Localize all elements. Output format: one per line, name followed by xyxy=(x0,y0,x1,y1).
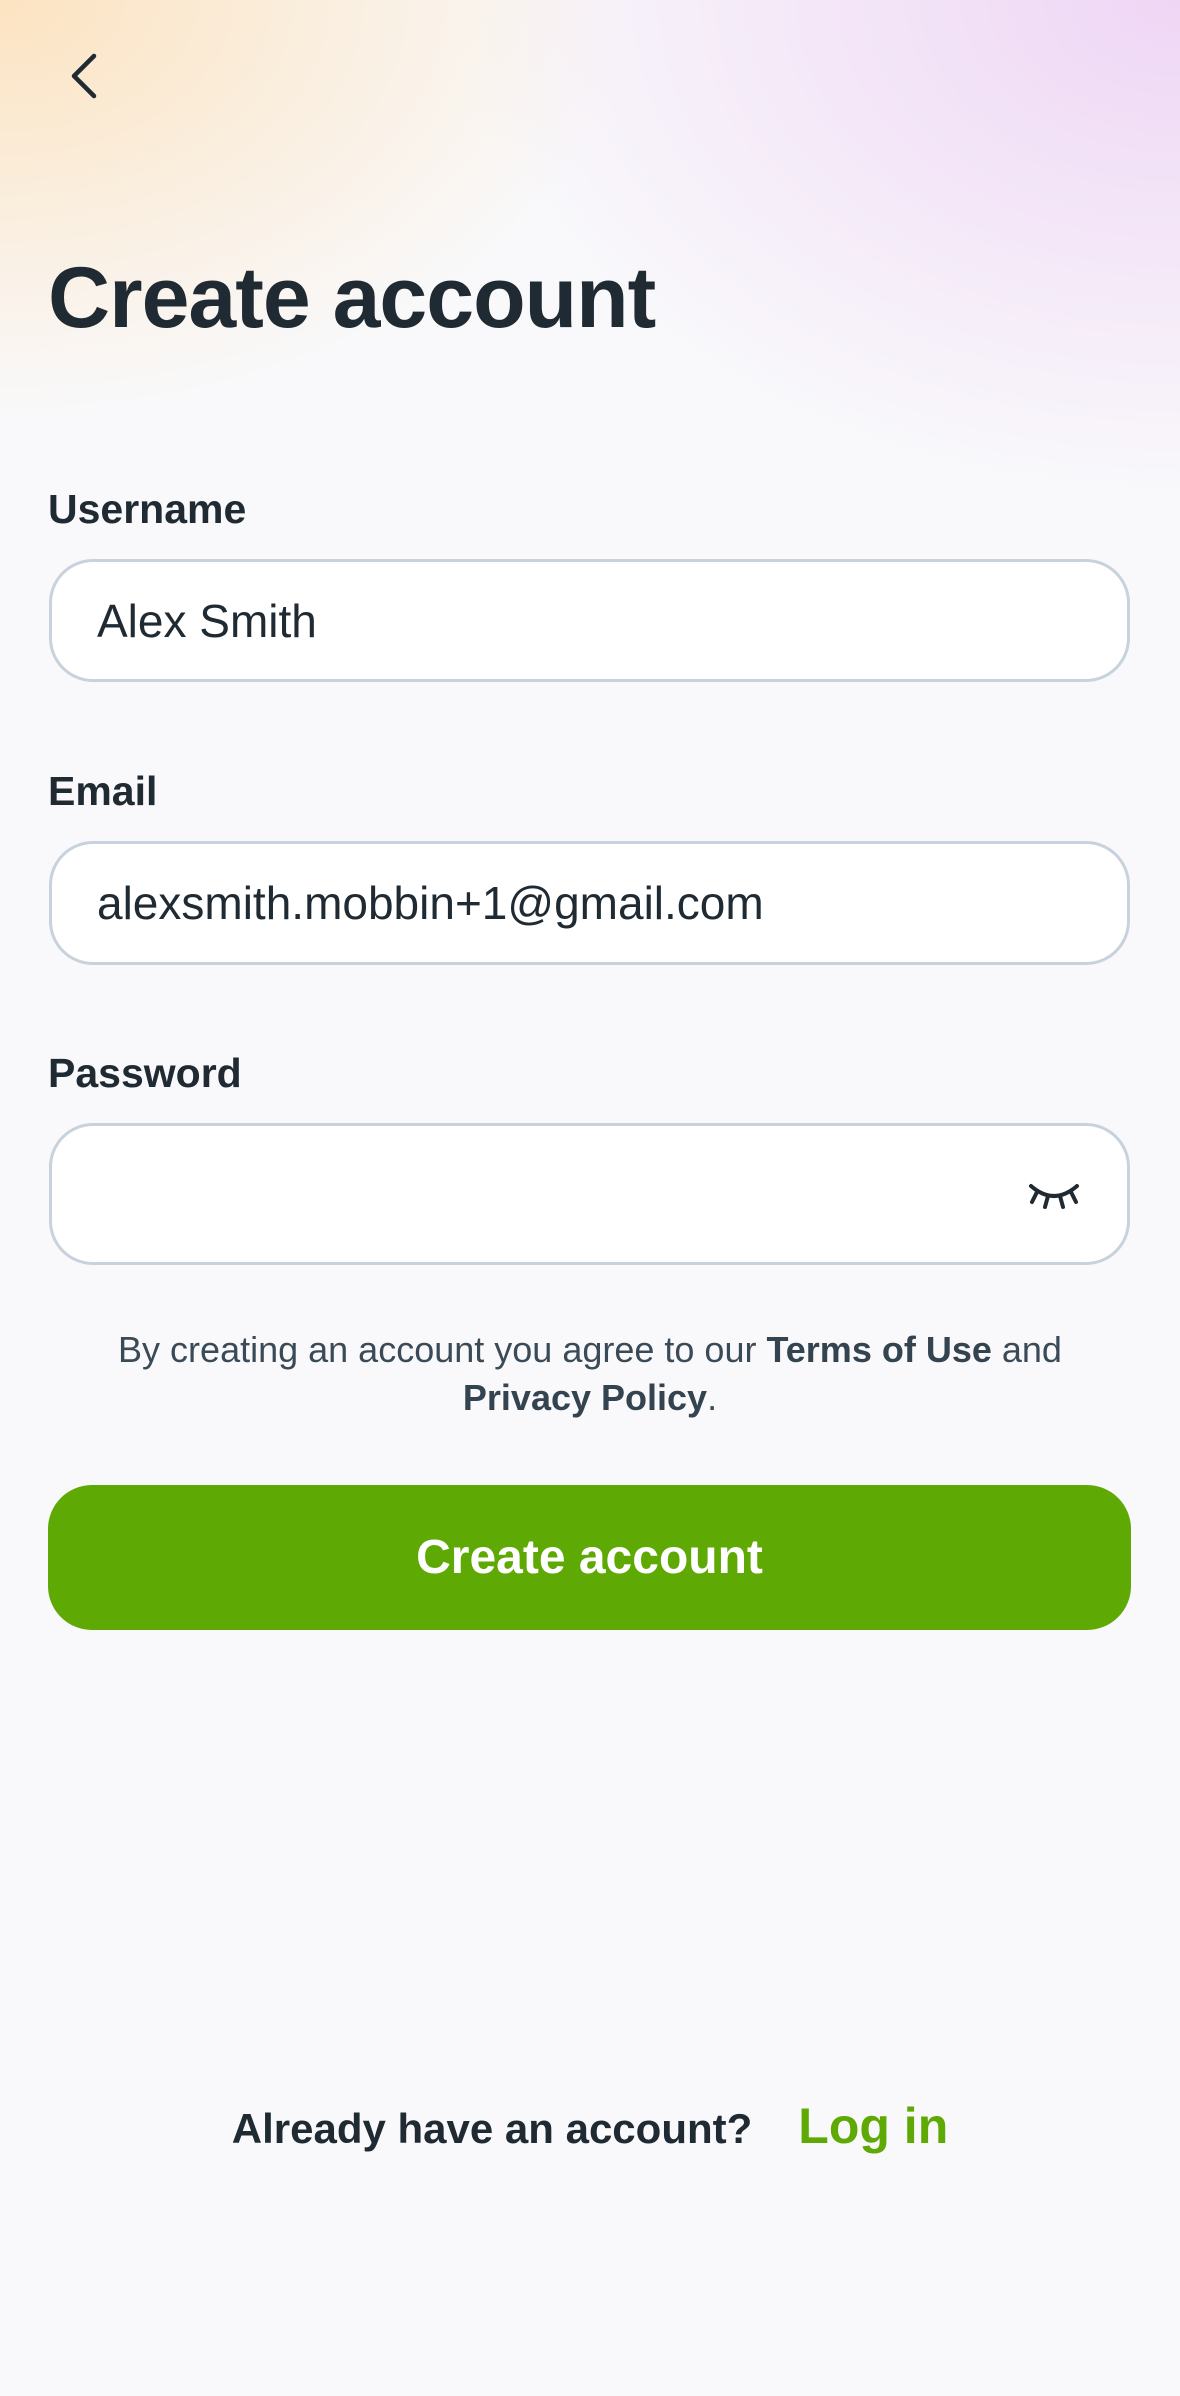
back-button[interactable] xyxy=(48,40,120,112)
legal-middle: and xyxy=(991,1329,1062,1370)
legal-suffix: . xyxy=(707,1377,718,1418)
email-input[interactable] xyxy=(52,844,1127,962)
login-prompt: Already have an account? Log in xyxy=(0,2096,1180,2159)
privacy-policy-link[interactable]: Privacy Policy xyxy=(463,1377,707,1418)
eye-closed-icon xyxy=(1029,1184,1079,1209)
password-input[interactable] xyxy=(52,1126,1127,1262)
page-title: Create account xyxy=(48,250,656,346)
legal-prefix: By creating an account you agree to our xyxy=(118,1329,767,1370)
username-input[interactable] xyxy=(52,562,1127,679)
password-field-container xyxy=(49,1123,1130,1265)
username-label: Username xyxy=(48,486,247,532)
create-account-screen: Create account Username Email Password B… xyxy=(0,0,1180,2396)
terms-of-use-link[interactable]: Terms of Use xyxy=(766,1329,991,1370)
create-account-button[interactable]: Create account xyxy=(48,1485,1131,1630)
log-in-link[interactable]: Log in xyxy=(798,2098,948,2154)
username-field-container xyxy=(49,559,1130,682)
email-label: Email xyxy=(48,768,158,814)
password-visibility-toggle[interactable] xyxy=(1019,1164,1089,1224)
password-label: Password xyxy=(48,1050,242,1096)
email-field-container xyxy=(49,841,1130,965)
legal-notice: By creating an account you agree to our … xyxy=(60,1326,1120,1422)
chevron-left-icon xyxy=(71,53,97,99)
login-question: Already have an account? xyxy=(231,2105,753,2152)
